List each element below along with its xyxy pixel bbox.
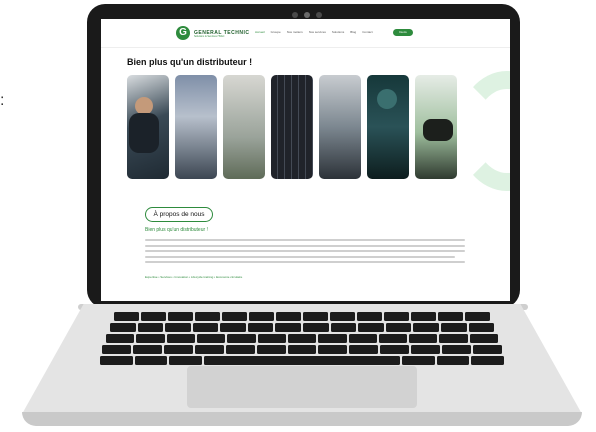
nav-item-groupe[interactable]: Groupe	[271, 30, 281, 34]
nav-item-accueil[interactable]: Accueil	[255, 30, 265, 34]
photo-technician-at-computer[interactable]	[127, 75, 169, 179]
brand-g-watermark	[457, 71, 510, 191]
nav-item-services[interactable]: Nos services	[309, 30, 326, 34]
site-header: G GENERAL TECHNIC Solutions & Services H…	[101, 19, 510, 48]
nav-item-contact[interactable]: Contact	[362, 30, 372, 34]
about-paragraph	[145, 239, 465, 267]
quote-button[interactable]: Devis	[393, 29, 413, 36]
photo-building-facade[interactable]	[175, 75, 217, 179]
section-subheading: Bien plus qu'un distributeur !	[145, 227, 208, 233]
photo-outdoor-units[interactable]	[223, 75, 265, 179]
page-title: Bien plus qu'un distributeur !	[127, 57, 253, 67]
nav-item-solutions[interactable]: Solutions	[332, 30, 344, 34]
photo-warehouse-stock[interactable]	[319, 75, 361, 179]
keyboard	[100, 312, 505, 372]
keyword-line: Expertise • Services • Innovation • Life…	[145, 275, 243, 279]
site-logo[interactable]: G GENERAL TECHNIC Solutions & Services H…	[176, 26, 249, 40]
photo-hand-device[interactable]	[415, 75, 457, 179]
photo-technician-back[interactable]	[367, 75, 409, 179]
about-us-button[interactable]: À propos de nous	[145, 207, 213, 222]
nav-item-metiers[interactable]: Nos métiers	[287, 30, 303, 34]
trackpad[interactable]	[187, 366, 417, 408]
logo-g-icon: G	[176, 26, 190, 40]
nav-item-blog[interactable]: Blog	[350, 30, 356, 34]
laptop-screen: G GENERAL TECHNIC Solutions & Services H…	[101, 19, 510, 301]
photo-strip	[127, 75, 461, 179]
main-nav: Accueil Groupe Nos métiers Nos services …	[255, 30, 373, 34]
logo-tagline: Solutions & Services HVAC	[194, 35, 225, 38]
edge-bracket-mark: :	[0, 92, 5, 109]
laptop-base	[22, 304, 582, 430]
photo-solar-panel[interactable]	[271, 75, 313, 179]
